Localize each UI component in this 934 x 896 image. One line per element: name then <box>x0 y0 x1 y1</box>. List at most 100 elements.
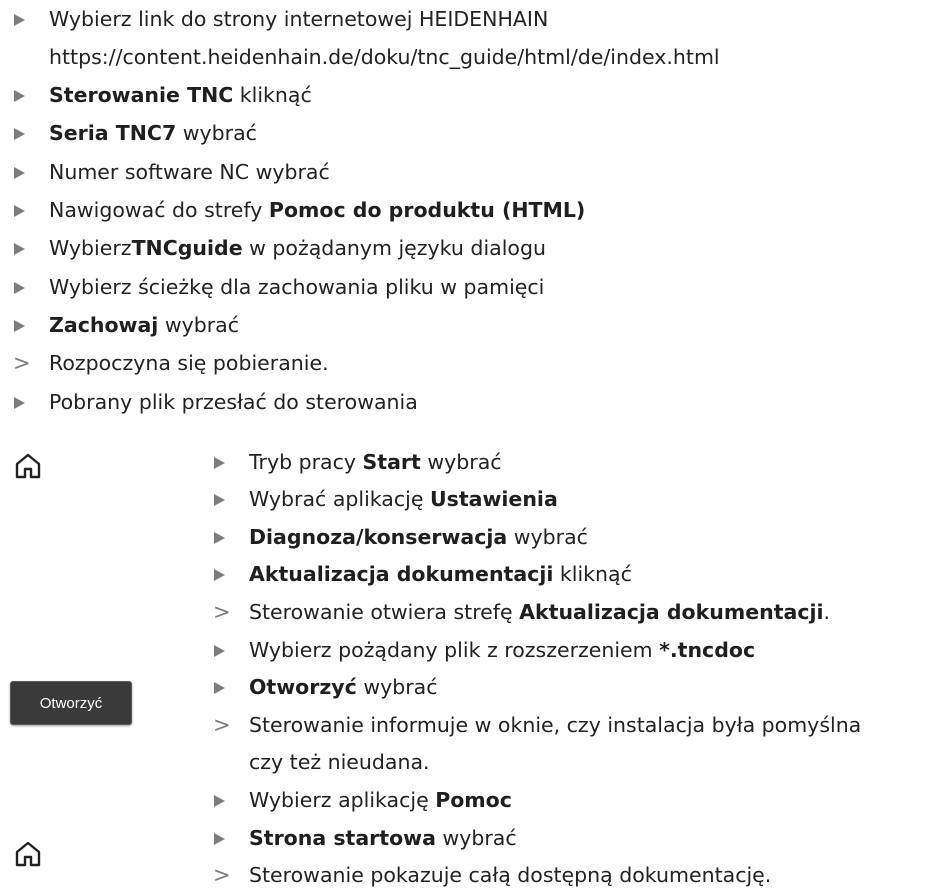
list-item: Aktualizacja dokumentacji kliknąć <box>212 556 632 593</box>
bullet-arrow-icon <box>212 638 249 662</box>
bullet-arrow-icon <box>12 7 49 31</box>
bullet-arrow-icon <box>12 160 49 184</box>
result-arrow-icon: > <box>213 599 231 624</box>
open-button[interactable]: Otworzyć <box>10 681 132 725</box>
bullet-arrow-icon <box>212 487 249 511</box>
list-item: Wybrać aplikację Ustawienia <box>212 481 558 518</box>
list-item: czy też nieudana. <box>212 744 430 781</box>
step-text-part: Wybierz <box>49 236 132 261</box>
step-text: Numer software NC wybrać <box>49 160 330 184</box>
step-text: Tryb pracy Start wybrać <box>249 450 502 474</box>
bullet-arrow-icon <box>212 826 249 850</box>
step-text-part: Tryb pracy <box>249 449 363 474</box>
list-item: Wybierz aplikację Pomoc <box>212 781 512 818</box>
bullet-arrow-icon <box>212 788 249 812</box>
list-item: https://content.heidenhain.de/doku/tnc_g… <box>12 38 720 75</box>
home-icon[interactable] <box>13 451 43 481</box>
step-text-part: czy też nieudana. <box>249 750 430 775</box>
step-text-bold: Strona startowa <box>249 825 436 850</box>
list-item: > Sterowanie otwiera strefę Aktualizacja … <box>212 593 830 630</box>
list-item: Pobrany plik przesłać do sterowania <box>12 383 418 420</box>
step-text: Diagnoza/konserwacja wybrać <box>249 525 588 549</box>
step-text-part: Rozpoczyna się pobieranie. <box>49 351 329 376</box>
step-text-part: Wybierz pożądany plik z rozszerzeniem <box>249 637 660 662</box>
list-item: Sterowanie TNC kliknąć <box>12 77 312 114</box>
bullet-arrow-icon <box>12 83 49 107</box>
step-text-bold: Sterowanie TNC <box>49 83 234 108</box>
step-text: Otworzyć wybrać <box>249 675 438 699</box>
result-arrow-icon: > <box>213 863 231 888</box>
step-text: Wybierz ścieżkę dla zachowania pliku w p… <box>49 275 544 299</box>
step-text-part: Sterowanie otwiera strefę <box>249 599 520 624</box>
step-text-part: Wybierz ścieżkę dla zachowania pliku w p… <box>49 274 545 299</box>
step-text-bold: Diagnoza/konserwacja <box>249 524 508 549</box>
step-text-bold: Ustawienia <box>429 487 558 512</box>
list-item: > Sterowanie informuje w oknie, czy insta… <box>212 706 861 743</box>
step-text-part: Wybrać aplikację <box>249 487 430 512</box>
step-text: Sterowanie informuje w oknie, czy instal… <box>249 713 861 737</box>
list-item: Strona startowa wybrać <box>212 819 517 856</box>
list-item: Wybierz link do strony internetowej HEID… <box>12 0 548 37</box>
step-text-bold: Start <box>362 449 421 474</box>
step-text-bold: Otworzyć <box>249 675 357 700</box>
list-item: Numer software NC wybrać <box>12 153 330 190</box>
step-text-part: https://content.heidenhain.de/doku/tnc_g… <box>49 44 720 69</box>
bullet-arrow-icon <box>12 121 49 145</box>
step-text: Aktualizacja dokumentacji kliknąć <box>249 562 632 586</box>
step-text: Sterowanie pokazuje całą dostępną dokume… <box>249 863 771 887</box>
step-text-bold: *.tncdoc <box>659 637 756 662</box>
step-text: Sterowanie otwiera strefę Aktualizacja d… <box>249 600 830 624</box>
step-text-bold: Seria TNC7 <box>49 121 177 146</box>
step-text-part: wybrać <box>158 312 240 337</box>
list-item: Seria TNC7 wybrać <box>12 115 257 152</box>
list-item: WybierzTNCguide w pożądanym języku dialo… <box>12 230 546 267</box>
list-item: > Sterowanie pokazuje całą dostępną dokum… <box>212 857 771 894</box>
bullet-arrow-icon <box>212 675 249 699</box>
bullet-arrow-icon <box>12 275 49 299</box>
result-arrow-icon: > <box>213 712 231 737</box>
step-text-part: wybrać <box>507 524 588 549</box>
bullet-arrow-icon <box>12 236 49 260</box>
step-text-part: Sterowanie informuje w oknie, czy instal… <box>249 712 862 737</box>
list-item: Wybierz pożądany plik z rozszerzeniem *.… <box>212 631 755 668</box>
bullet-arrow-icon <box>12 390 49 414</box>
result-arrow-icon: > <box>13 351 31 376</box>
step-text: Wybrać aplikację Ustawienia <box>249 487 558 511</box>
step-text-part: kliknąć <box>233 83 312 108</box>
step-text-part: wybrać <box>356 675 438 700</box>
home-icon[interactable] <box>13 839 43 869</box>
step-text: WybierzTNCguide w pożądanym języku dialo… <box>49 236 546 260</box>
step-text: Wybierz link do strony internetowej HEID… <box>49 7 548 31</box>
step-text-part: Pobrany plik przesłać do sterowania <box>49 389 418 414</box>
step-text: czy też nieudana. <box>249 750 430 774</box>
step-text: Rozpoczyna się pobieranie. <box>49 351 329 375</box>
step-text: Pobrany plik przesłać do sterowania <box>49 390 418 414</box>
step-text-part: w pożądanym języku dialogu <box>242 236 546 261</box>
step-text-bold: Aktualizacja dokumentacji <box>519 599 824 624</box>
list-item: Otworzyć wybrać <box>212 669 438 706</box>
step-text-bold: Pomoc do produktu (HTML) <box>268 198 586 222</box>
step-text: Sterowanie TNC kliknąć <box>49 83 312 107</box>
list-item: Diagnoza/konserwacja wybrać <box>212 518 588 555</box>
list-item: Tryb pracy Start wybrać <box>212 443 502 480</box>
bullet-arrow-icon <box>212 525 249 549</box>
step-text-part: wybrać <box>420 449 502 474</box>
step-text-bold: TNCguide <box>131 236 243 261</box>
step-text: Strona startowa wybrać <box>249 826 517 850</box>
list-item: Zachowaj wybrać <box>12 306 239 343</box>
step-text-part: Sterowanie pokazuje całą dostępną dokume… <box>249 863 772 888</box>
bullet-arrow-icon <box>212 562 249 586</box>
step-text-part: kliknąć <box>553 562 632 587</box>
bullet-arrow-icon <box>212 450 249 474</box>
step-text: Nawigować do strefy Pomoc do produktu (H… <box>49 198 585 222</box>
step-text-part: . <box>823 599 831 624</box>
step-text-bold: Aktualizacja dokumentacji <box>249 562 554 587</box>
step-text-bold: Zachowaj <box>49 312 159 337</box>
step-text-part: Nawigować do strefy <box>49 198 269 222</box>
step-text: Seria TNC7 wybrać <box>49 121 257 145</box>
list-item: Nawigować do strefy Pomoc do produktu (H… <box>12 192 585 229</box>
step-text-part: Wybierz aplikację <box>249 787 436 812</box>
bullet-arrow-icon <box>12 313 49 337</box>
step-text-part: Wybierz link do strony internetowej HEID… <box>49 6 549 31</box>
step-text: https://content.heidenhain.de/doku/tnc_g… <box>49 45 720 69</box>
